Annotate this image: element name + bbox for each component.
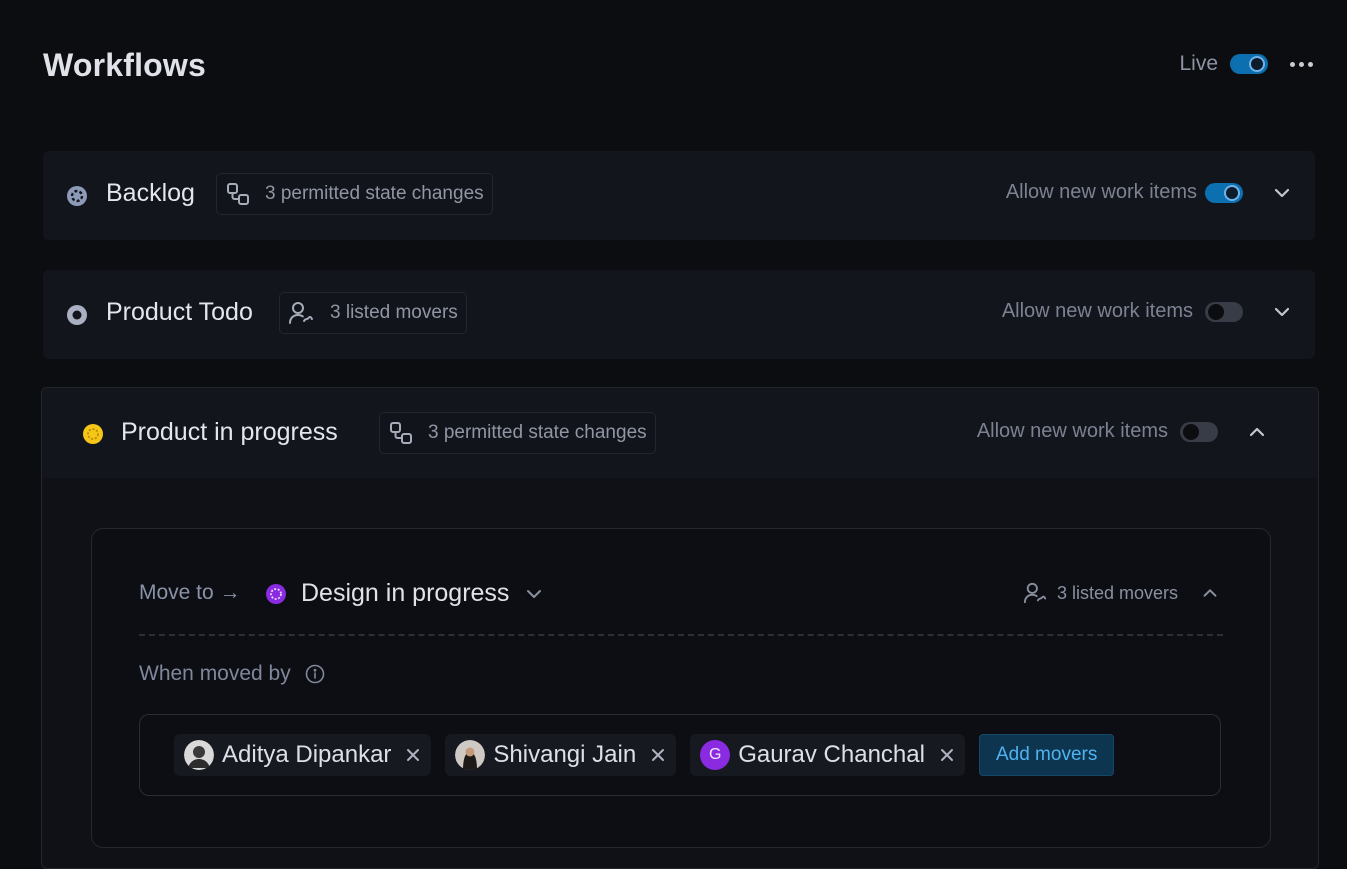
state-changes-chip[interactable]: 3 permitted state changes (216, 173, 493, 215)
page-title: Workflows (43, 47, 207, 83)
state-changes-icon (227, 183, 249, 205)
movers-summary-label: 3 listed movers (1056, 582, 1178, 603)
mover-chip: Shivangi Jain (445, 734, 677, 776)
live-label: Live (1179, 52, 1218, 75)
movers-summary[interactable]: 3 listed movers (1023, 581, 1220, 605)
card-controls: Allow new work items (977, 420, 1268, 443)
more-options-icon[interactable] (1286, 58, 1317, 71)
chip-label: 3 listed movers (330, 302, 458, 323)
state-name: Backlog (106, 179, 195, 207)
state-name: Product Todo (106, 298, 253, 326)
mover-name: Gaurav Chanchal (738, 741, 925, 768)
todo-icon (67, 305, 87, 325)
move-to-label: Move to → (139, 581, 241, 604)
target-state-dropdown[interactable]: Design in progress (265, 579, 545, 608)
live-toggle[interactable] (1230, 54, 1268, 74)
allow-new-toggle[interactable] (1180, 421, 1218, 442)
chip-label: 3 permitted state changes (428, 422, 647, 443)
movers-icon (289, 302, 313, 324)
chip-label: 3 permitted state changes (265, 183, 484, 204)
allow-new-toggle[interactable] (1205, 301, 1243, 322)
target-state-name: Design in progress (301, 579, 510, 607)
remove-mover-icon[interactable] (939, 747, 955, 763)
chevron-down-icon (527, 589, 542, 598)
chevron-down-icon[interactable] (1271, 301, 1293, 323)
avatar (455, 740, 486, 770)
card-controls: Allow new work items (1002, 300, 1293, 323)
backlog-icon (67, 186, 87, 206)
transition-rule: Move to → Design in progress 3 listed mo… (91, 528, 1271, 848)
remove-mover-icon[interactable] (405, 747, 421, 763)
mover-name: Aditya Dipankar (222, 741, 392, 768)
mover-chip: Aditya Dipankar (174, 734, 432, 776)
avatar: G (700, 740, 731, 770)
design-state-icon (266, 583, 286, 604)
state-card-product-in-progress: Product in progress 3 permitted state ch… (41, 387, 1319, 869)
movers-field[interactable]: Aditya Dipankar Shivangi Jain G Gaurav C… (139, 714, 1221, 796)
state-card-product-todo[interactable]: Product Todo 3 listed movers Allow new w… (43, 270, 1315, 359)
mover-chip: G Gaurav Chanchal (690, 734, 965, 776)
movers-chip[interactable]: 3 listed movers (279, 292, 467, 334)
chevron-up-icon[interactable] (1200, 583, 1220, 603)
dashed-divider (139, 634, 1223, 636)
card-controls: Allow new work items (1006, 181, 1293, 204)
avatar (184, 740, 214, 770)
when-moved-by: When moved by (139, 662, 325, 686)
info-icon[interactable] (305, 664, 325, 684)
movers-icon (1023, 582, 1047, 604)
state-name: Product in progress (121, 418, 338, 446)
in-progress-icon (83, 424, 103, 444)
chevron-up-icon[interactable] (1246, 421, 1268, 443)
allow-new-toggle[interactable] (1205, 182, 1243, 203)
header-actions: Live (1179, 52, 1317, 76)
chevron-down-icon[interactable] (1271, 182, 1293, 204)
when-moved-by-label: When moved by (139, 662, 291, 685)
remove-mover-icon[interactable] (650, 747, 666, 763)
state-changes-icon (390, 422, 412, 444)
allow-new-label: Allow new work items (976, 420, 1168, 442)
allow-new-label: Allow new work items (1005, 181, 1197, 203)
state-card-header[interactable]: Product in progress 3 permitted state ch… (42, 388, 1318, 478)
allow-new-label: Allow new work items (1001, 300, 1193, 322)
mover-name: Shivangi Jain (493, 741, 637, 768)
add-movers-button[interactable]: Add movers (978, 734, 1115, 776)
state-card-backlog[interactable]: Backlog 3 permitted state changes Allow … (43, 151, 1315, 240)
state-changes-chip[interactable]: 3 permitted state changes (379, 412, 656, 454)
